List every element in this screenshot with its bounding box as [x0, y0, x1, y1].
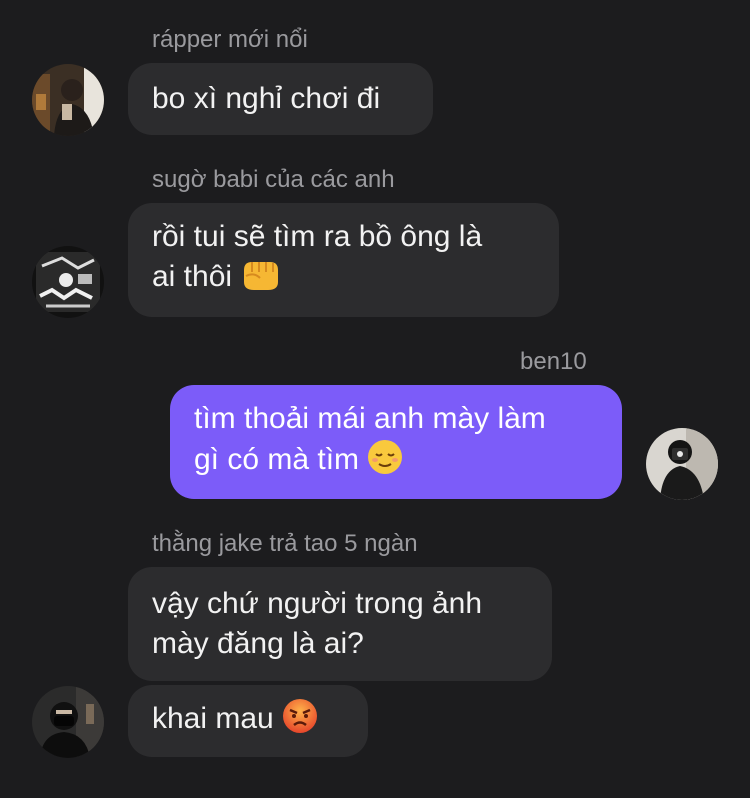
sender-name: ben10: [520, 348, 587, 375]
sender-avatar[interactable]: [32, 686, 104, 758]
message-bubble[interactable]: tìm thoải mái anh mày làm gì có mà tìm: [170, 385, 622, 499]
message-text: mày đăng là ai?: [152, 627, 364, 660]
message-text: vậy chứ người trong ảnh: [152, 587, 483, 620]
message-bubble[interactable]: rồi tui sẽ tìm ra bồ ông là ai thôi: [128, 203, 559, 317]
message-bubble[interactable]: vậy chứ người trong ảnh mày đăng là ai?: [128, 567, 552, 681]
message-text-line2: gì có mà tìm: [194, 439, 598, 486]
message-text: gì có mà tìm: [194, 442, 360, 476]
sender-avatar[interactable]: [32, 246, 104, 318]
fist-emoji-icon: [240, 258, 280, 303]
sender-name: sugờ babi của các anh: [152, 166, 395, 193]
message-bubble[interactable]: bo xì nghỉ chơi đi: [128, 63, 433, 135]
sender-name: rápper mới nổi: [152, 26, 308, 53]
angry-face-emoji-icon: [282, 698, 318, 745]
message-bubble[interactable]: khai mau: [128, 685, 368, 757]
message-text: bo xì nghỉ chơi đi: [152, 82, 381, 115]
message-text: rồi tui sẽ tìm ra bồ ông là: [152, 220, 483, 253]
sender-name: thằng jake trả tao 5 ngàn: [152, 530, 418, 557]
message-text: ai thôi: [152, 260, 233, 293]
message-text-line: khai mau: [152, 698, 344, 745]
message-thread: rápper mới nổi bo xì nghỉ chơi đi sugờ b…: [0, 0, 750, 798]
message-text: tìm thoải mái anh mày làm: [194, 401, 546, 435]
relieved-face-emoji-icon: [367, 439, 403, 486]
sender-avatar[interactable]: [32, 64, 104, 136]
sender-avatar[interactable]: [646, 428, 718, 500]
message-text-line2: ai thôi: [152, 257, 535, 303]
message-text: khai mau: [152, 701, 274, 735]
